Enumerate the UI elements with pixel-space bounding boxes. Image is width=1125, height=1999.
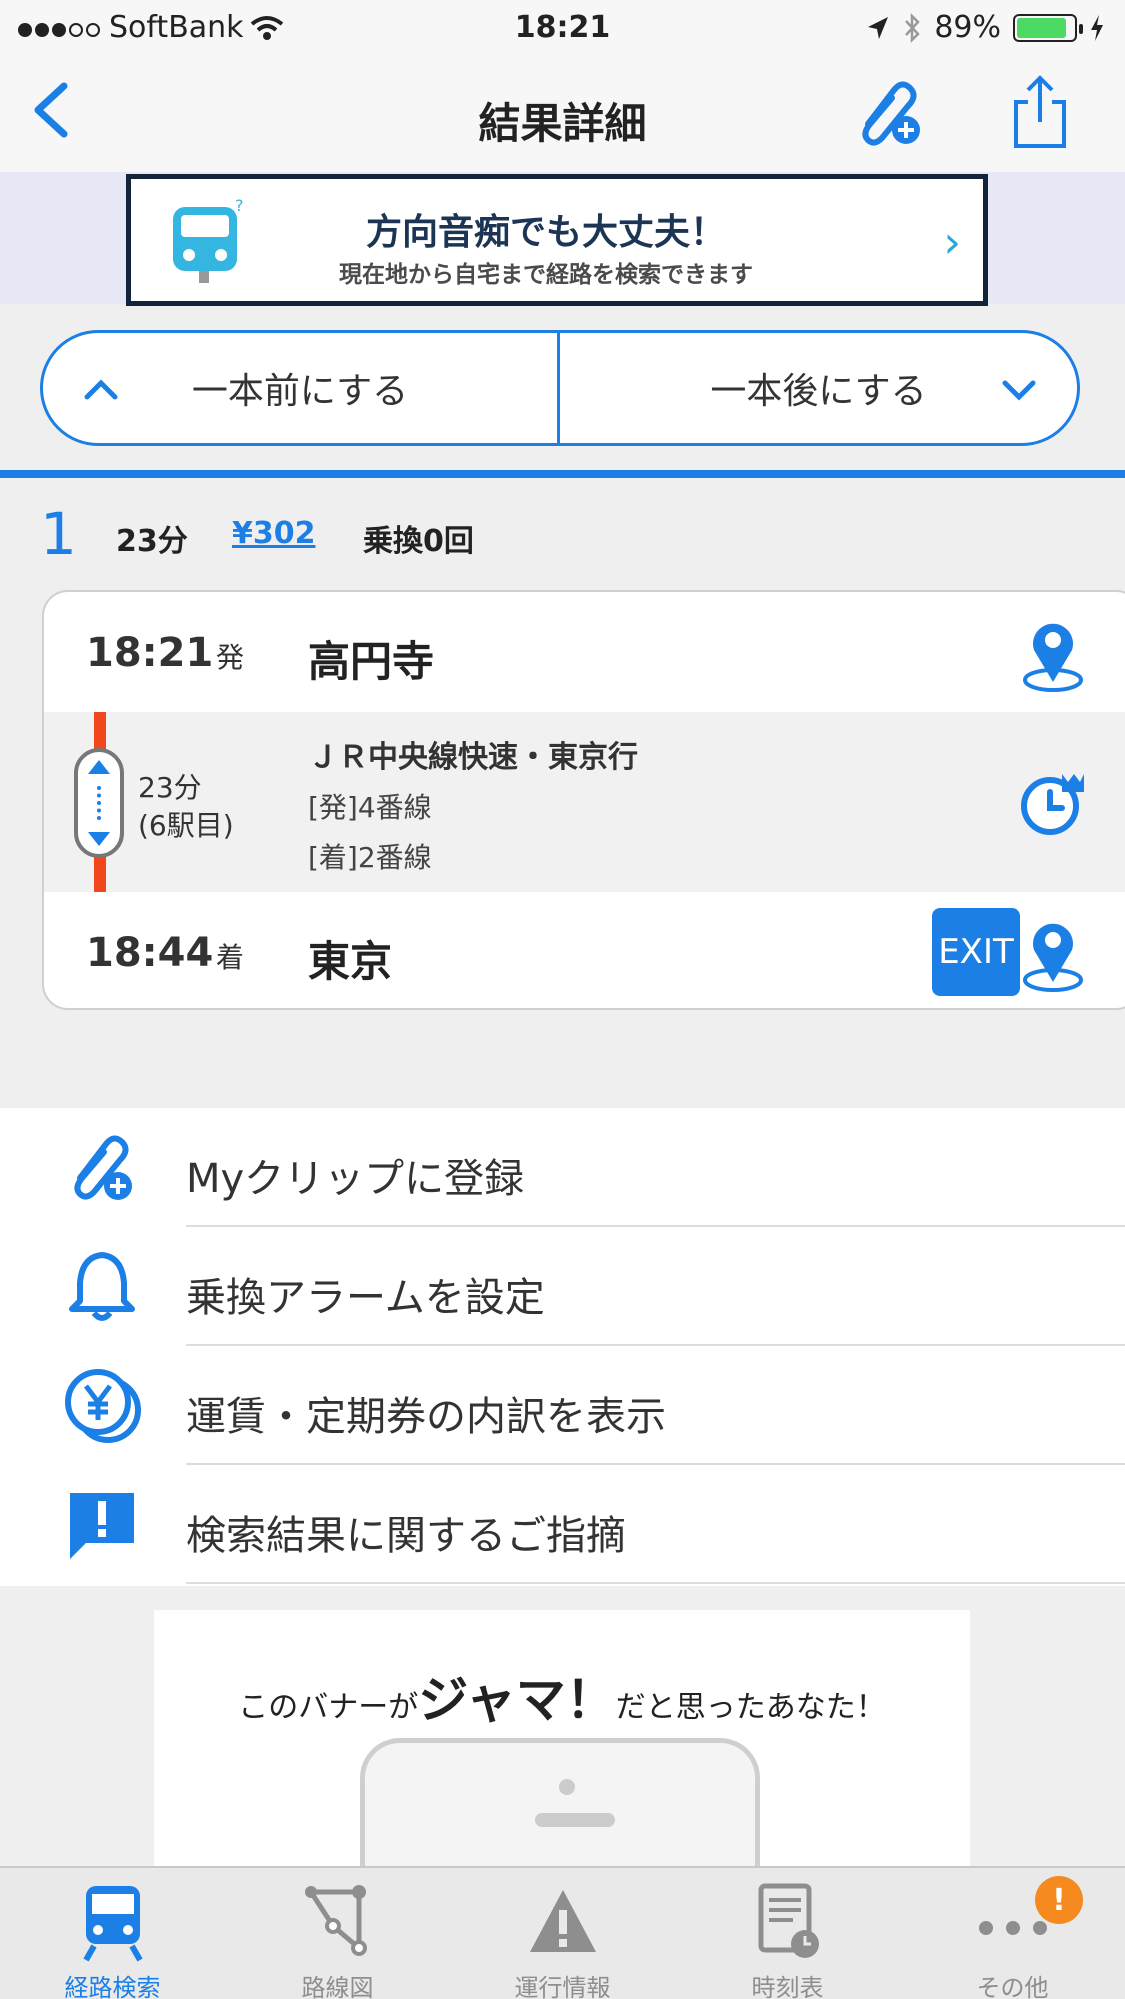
departure-row[interactable]: 18:21 発 高円寺 (44, 592, 1125, 712)
exit-button[interactable]: EXIT (932, 908, 1020, 996)
action-label: Myクリップに登録 (186, 1156, 525, 1202)
route-summary: 1 23分 ¥302 乗換0回 (0, 498, 1125, 572)
ride-duration: 23分 (138, 771, 202, 804)
ad-text: このバナーがジャマ！だと思ったあなた！ (154, 1660, 970, 1732)
next-train-button[interactable]: 一本後にする (560, 333, 1077, 443)
ad-text-before: このバナーが (238, 1690, 419, 1725)
chevron-right-icon: › (943, 217, 961, 268)
arrival-time: 18:44 (86, 930, 214, 976)
tab-service-info[interactable]: 運行情報 (450, 1868, 675, 1999)
action-label: 検索結果に関するご指摘 (186, 1513, 626, 1559)
tab-label: 時刻表 (751, 1974, 824, 1999)
timetable-icon (758, 1883, 819, 1958)
route-fare-link[interactable]: ¥302 (232, 516, 316, 551)
tab-label: その他 (976, 1974, 1049, 1999)
line-name: ＪＲ中央線快速・東京行 (308, 740, 638, 775)
map-pin-icon[interactable] (1018, 610, 1088, 694)
action-clip[interactable]: Myクリップに登録 (0, 1108, 1125, 1227)
chevron-down-icon (1002, 380, 1036, 401)
warning-icon (530, 1890, 596, 1952)
bus-mascot-icon: ? (173, 197, 244, 283)
separator (186, 1582, 1125, 1584)
prev-train-label: 一本前にする (191, 371, 409, 412)
action-fare-breakdown[interactable]: 運賃・定期券の内訳を表示 (0, 1346, 1125, 1465)
tab-timetable[interactable]: 時刻表 (675, 1868, 900, 1999)
status-right: 89% (866, 10, 1105, 45)
tab-label: 経路検索 (64, 1974, 161, 1999)
ad-banner[interactable]: ? 方向音痴でも大丈夫！ 現在地から自宅まで経路を検索できます › (126, 174, 988, 306)
route-card: 18:21 発 高円寺 23分 (6駅目) ＪＲ中央線快速・東京行 [発]4番線… (42, 590, 1125, 1010)
action-list: Myクリップに登録 乗換アラームを設定 運賃・定期券の内訳を表示 検索結果に関す… (0, 1108, 1125, 1586)
tab-route-map[interactable]: 路線図 (225, 1868, 450, 1999)
next-train-label: 一本後にする (710, 371, 927, 412)
bluetooth-icon (905, 12, 921, 43)
departure-mark: 発 (216, 641, 245, 674)
ad-subline: 現在地から自宅まで経路を検索できます (339, 262, 753, 288)
action-label: 運賃・定期券の内訳を表示 (186, 1394, 666, 1440)
chevron-up-icon (84, 379, 118, 400)
ride-segment-row: 23分 (6駅目) ＪＲ中央線快速・東京行 [発]4番線 [着]2番線 (44, 712, 1125, 892)
ad-banner-bottom[interactable]: このバナーがジャマ！だと思ったあなた！ (154, 1610, 970, 1866)
stops-expand-toggle[interactable] (74, 748, 124, 858)
tab-bar: 経路検索 路線図 運行情報 時刻表 ! その他 (0, 1866, 1125, 1999)
phone-illustration (360, 1738, 760, 1866)
route-index: 1 (40, 500, 77, 568)
bell-icon (69, 1252, 135, 1321)
tab-label: 運行情報 (514, 1974, 611, 1999)
notification-badge: ! (1035, 1876, 1083, 1924)
prev-train-button[interactable]: 一本前にする (43, 333, 560, 443)
clip-add-icon (74, 1135, 132, 1200)
tab-route-search[interactable]: 経路検索 (0, 1868, 225, 1999)
map-pin-icon[interactable] (1018, 910, 1088, 994)
ride-stop-count: (6駅目) (138, 809, 234, 842)
departure-platform: [発]4番線 (308, 791, 432, 824)
share-icon[interactable] (1010, 72, 1070, 152)
arrival-row[interactable]: 18:44 着 東京 EXIT (44, 892, 1125, 1008)
svg-text:?: ? (235, 197, 244, 215)
ad-banner-area: ? 方向音痴でも大丈夫！ 現在地から自宅まで経路を検索できます › (0, 172, 1125, 306)
charging-icon (1091, 14, 1103, 41)
route-transfers: 乗換0回 (363, 524, 474, 559)
feedback-icon (70, 1493, 134, 1559)
location-arrow-icon (868, 16, 889, 39)
battery-percent: 89% (934, 10, 1001, 45)
nav-bar: 結果詳細 (0, 54, 1125, 172)
train-shift-control: 一本前にする 一本後にする (40, 330, 1080, 446)
tab-more[interactable]: ! その他 (900, 1868, 1125, 1999)
clip-add-icon[interactable] (848, 72, 928, 152)
divider-line (0, 470, 1125, 478)
ad-text-big: ジャマ！ (418, 1671, 616, 1729)
route-duration: 23分 (116, 524, 188, 559)
ad-headline: 方向音痴でも大丈夫！ (365, 212, 726, 253)
departure-time: 18:21 (86, 630, 214, 676)
action-label: 乗換アラームを設定 (186, 1275, 545, 1321)
arrival-mark: 着 (216, 941, 245, 974)
page-title: 結果詳細 (478, 99, 647, 148)
departure-station: 高円寺 (308, 637, 435, 686)
arrival-platform: [着]2番線 (308, 841, 432, 874)
battery-icon (1013, 13, 1083, 42)
route-map-icon (305, 1885, 367, 1956)
tab-label: 路線図 (301, 1974, 374, 1999)
action-feedback[interactable]: 検索結果に関するご指摘 (0, 1465, 1125, 1584)
timetable-clock-icon[interactable] (1018, 768, 1088, 838)
arrival-station: 東京 (308, 937, 393, 986)
action-alarm[interactable]: 乗換アラームを設定 (0, 1227, 1125, 1346)
ad-text-after: だと思ったあなた！ (615, 1690, 886, 1725)
status-bar: SoftBank 18:21 89% (0, 0, 1125, 54)
yen-icon (65, 1369, 141, 1443)
train-icon (83, 1886, 143, 1962)
